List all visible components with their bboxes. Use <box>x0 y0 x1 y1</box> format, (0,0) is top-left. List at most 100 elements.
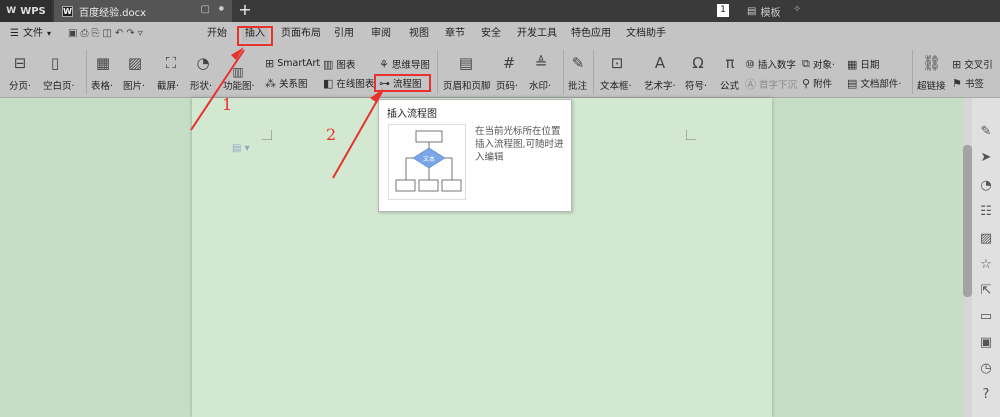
symbol-button[interactable]: 符号· <box>685 78 707 92</box>
quick-access-toolbar[interactable]: ▣⎙⎘◫↶↷▿ <box>68 26 146 42</box>
watermark-button[interactable]: 水印· <box>529 78 551 92</box>
tab-chapter[interactable]: 章节 <box>445 26 465 42</box>
highlight-insert-tab <box>237 26 273 46</box>
title-bar: W WPS W 百度经验.docx ▢ ● + 1 ▤ 模板 ✧ <box>0 0 1000 22</box>
hyperlink-icon: ⛓ <box>922 54 942 72</box>
wps-app-button[interactable]: W WPS <box>0 0 52 22</box>
tab-view[interactable]: 视图 <box>409 26 429 42</box>
date-icon: ▦ <box>847 57 858 71</box>
text-box-icon: ⊡ <box>610 54 624 72</box>
flowchart-tooltip: 插入流程图 文本 在当前光标所在位置插入流程图,可随时进入编辑 <box>378 99 572 212</box>
tab-review[interactable]: 审阅 <box>371 26 391 42</box>
screenshot-button[interactable]: 截屏· <box>157 78 179 92</box>
shapes-icon[interactable]: ◔ <box>978 178 994 194</box>
hyperlink-button[interactable]: 超链接 <box>917 78 946 92</box>
save-icon[interactable]: ▣ <box>68 28 80 39</box>
template-button[interactable]: ▤ 模板 <box>747 4 780 19</box>
tab-page-layout[interactable]: 页面布局 <box>281 26 321 42</box>
paste-options-icon[interactable]: ▤ ▾ <box>232 143 250 154</box>
box-icon[interactable]: ▭ <box>978 309 994 325</box>
share-icon[interactable]: ⇱ <box>978 283 994 299</box>
customize-icon[interactable]: ▿ <box>138 28 146 39</box>
drop-cap-button[interactable]: Ⓐ 首字下沉 <box>745 76 797 92</box>
document-tab[interactable]: W 百度经验.docx ▢ ● <box>54 0 232 22</box>
tab-special-apps[interactable]: 特色应用 <box>571 26 611 42</box>
insert-number-label: 插入数字 <box>757 60 796 71</box>
attachment-button[interactable]: ⚲ 附件 <box>802 76 832 91</box>
date-button[interactable]: ▦ 日期 <box>847 57 879 72</box>
watermark-icon: ≜ <box>534 54 548 72</box>
star-icon[interactable]: ☆ <box>978 257 994 273</box>
smartart-button[interactable]: ⊞ SmartArt <box>265 57 320 70</box>
help-icon[interactable]: ? <box>978 387 994 403</box>
header-footer-icon: ▤ <box>458 54 474 72</box>
template-label: 模板 <box>760 8 781 19</box>
table-button[interactable]: 表格· <box>91 78 113 92</box>
highlight-flowchart-button <box>374 74 431 92</box>
bookmark-label: 书签 <box>964 79 984 90</box>
flowchart-preview-image: 文本 <box>388 124 466 200</box>
insert-number-button[interactable]: ⑩ 插入数字 <box>745 57 796 72</box>
skin-icon[interactable]: ✧ <box>793 4 801 15</box>
redo-icon[interactable]: ↷ <box>126 28 137 39</box>
doc-parts-label: 文档部件· <box>860 79 902 90</box>
edit-pencil-icon[interactable]: ✎ <box>978 124 994 140</box>
undo-icon[interactable]: ↶ <box>115 28 126 39</box>
drop-cap-label: 首字下沉 <box>759 80 798 91</box>
chevron-down-icon: ▾ <box>46 29 51 38</box>
drop-cap-icon: Ⓐ <box>745 78 756 91</box>
doc-parts-button[interactable]: ▤ 文档部件· <box>847 76 902 91</box>
tab-references[interactable]: 引用 <box>334 26 354 42</box>
mind-map-button[interactable]: ⚘ 思维导图 <box>379 57 430 72</box>
formula-button[interactable]: 公式 <box>720 78 739 92</box>
cursor-icon[interactable]: ➤ <box>978 150 994 166</box>
online-chart-button[interactable]: ◧ 在线图表 <box>323 76 374 91</box>
picture-button[interactable]: 图片· <box>123 78 145 92</box>
image-icon[interactable]: ▣ <box>978 335 994 351</box>
relation-map-icon: ⁂ <box>265 76 276 90</box>
export-pdf-icon[interactable]: ⎙ <box>80 28 91 39</box>
page-break-button[interactable]: 分页· <box>9 78 31 92</box>
online-chart-icon: ◧ <box>323 76 334 90</box>
blank-page-button[interactable]: 空白页· <box>43 78 75 92</box>
function-chart-button[interactable]: 功能图· <box>223 78 255 92</box>
comment-button[interactable]: 批注 <box>568 78 587 92</box>
hamburger-icon: ☰ <box>10 28 19 39</box>
tooltip-title: 插入流程图 <box>387 109 437 120</box>
page-count-badge: 1 <box>717 4 729 17</box>
ribbon-separator <box>593 50 594 94</box>
preview-icon[interactable]: ◫ <box>102 28 114 39</box>
bookmark-button[interactable]: ⚑ 书签 <box>952 76 984 91</box>
cross-ref-icon: ⊞ <box>952 57 962 71</box>
wps-logo-icon: W <box>6 6 17 16</box>
scrollbar-thumb[interactable] <box>963 145 972 297</box>
chart-button[interactable]: ▥ 图表 <box>323 57 355 72</box>
new-tab-button[interactable]: + <box>235 1 255 21</box>
settings-sliders-icon[interactable]: ☷ <box>978 204 994 220</box>
app-name: WPS <box>20 5 46 17</box>
shape-button[interactable]: 形状· <box>190 78 212 92</box>
tab-window-icon[interactable]: ▢ <box>201 4 210 15</box>
text-box-button[interactable]: 文本框· <box>600 78 632 92</box>
page-number-button[interactable]: 页码· <box>496 78 518 92</box>
tab-close-dot-icon[interactable]: ● <box>219 5 224 12</box>
picture-panel-icon[interactable]: ▨ <box>978 231 994 247</box>
tab-security[interactable]: 安全 <box>481 26 501 42</box>
margin-corner-top-left <box>262 130 272 140</box>
object-button[interactable]: ⧉ 对象· <box>802 57 835 71</box>
file-menu[interactable]: ☰ 文件 ▾ <box>10 26 51 42</box>
cross-ref-button[interactable]: ⊞ 交叉引 <box>952 57 993 72</box>
header-footer-button[interactable]: 页眉和页脚 <box>443 78 491 92</box>
tab-doc-assistant[interactable]: 文档助手 <box>626 26 666 42</box>
print-icon[interactable]: ⎘ <box>91 28 102 39</box>
file-menu-label: 文件 <box>22 28 43 39</box>
screenshot-icon: ⛶ <box>165 54 177 72</box>
smartart-label: SmartArt <box>277 58 321 69</box>
tab-developer[interactable]: 开发工具 <box>517 26 557 42</box>
relation-map-button[interactable]: ⁂ 关系图 <box>265 76 308 91</box>
tab-start[interactable]: 开始 <box>207 26 227 42</box>
word-art-button[interactable]: 艺术字· <box>644 78 676 92</box>
history-icon[interactable]: ◷ <box>978 361 994 377</box>
symbol-icon: Ω <box>692 54 704 72</box>
menu-bar: ☰ 文件 ▾ ▣⎙⎘◫↶↷▿ 开始 插入 页面布局 引用 审阅 视图 章节 安全… <box>0 22 1000 46</box>
